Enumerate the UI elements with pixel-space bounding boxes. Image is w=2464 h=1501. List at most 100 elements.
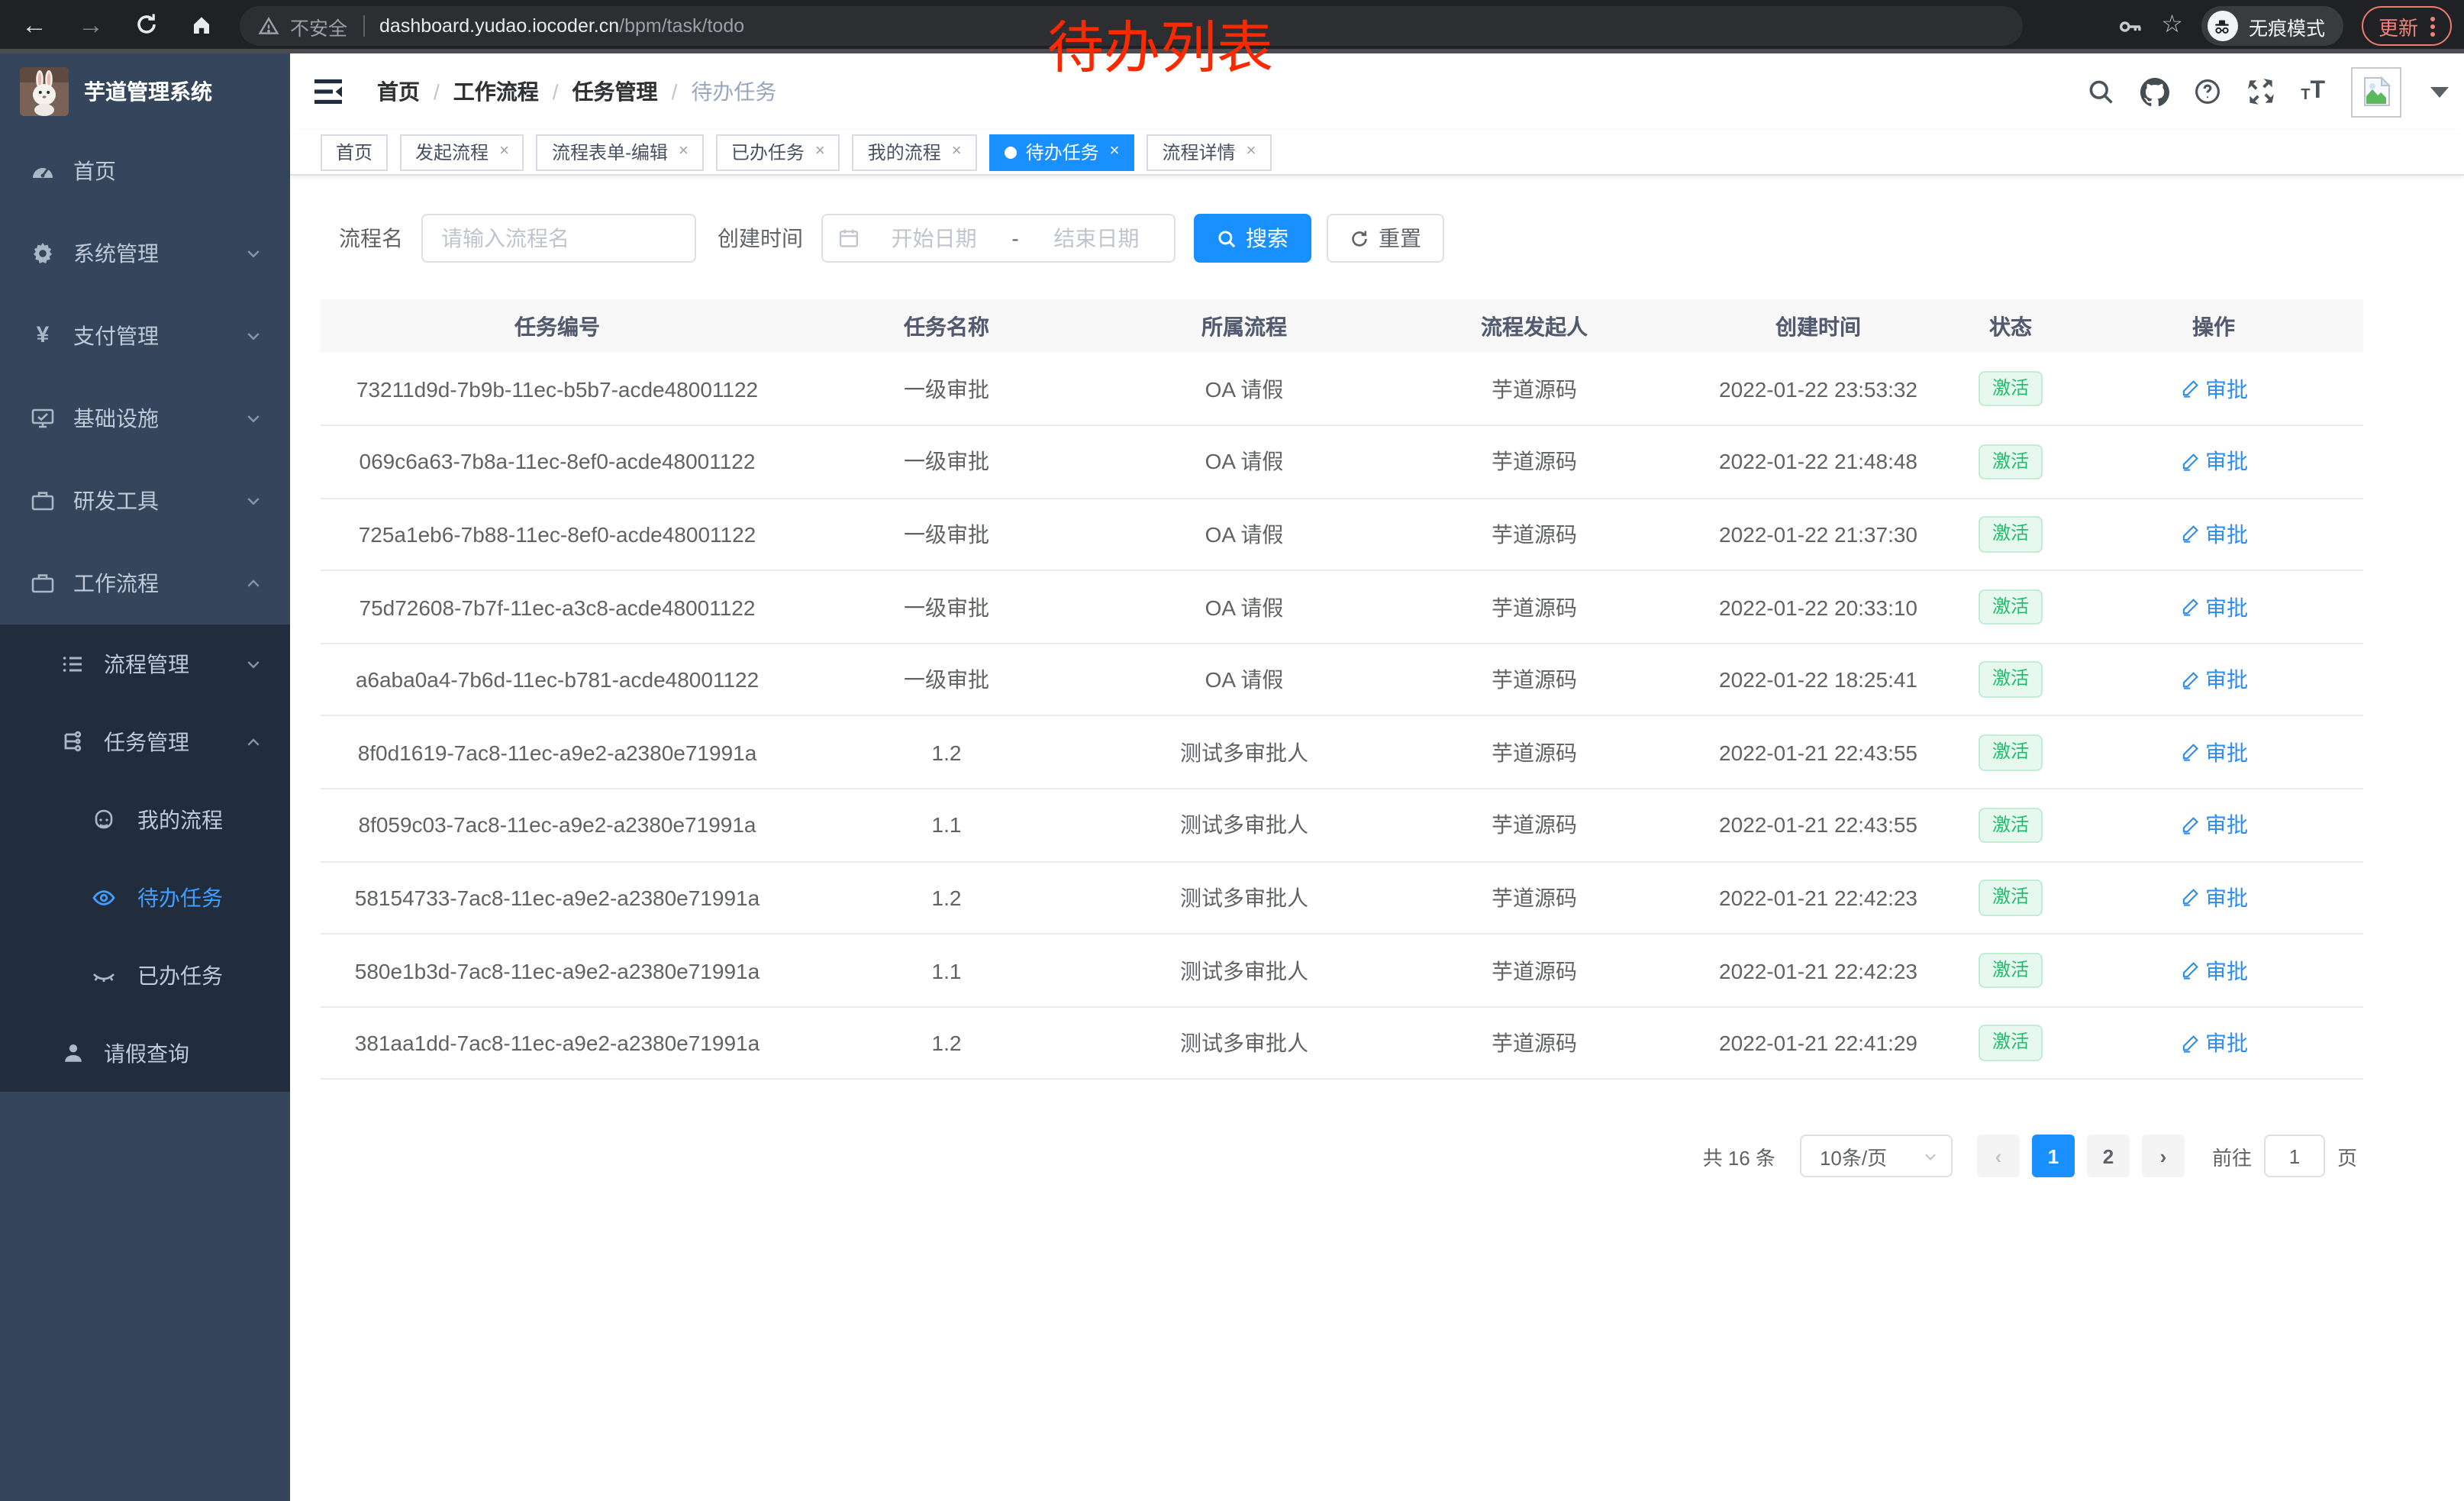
- cell-create-time: 2022-01-21 22:43:55: [1679, 789, 1957, 861]
- tab-start-process[interactable]: 发起流程×: [400, 134, 524, 170]
- search-button[interactable]: 搜索: [1194, 214, 1311, 263]
- approve-button[interactable]: 审批: [2179, 810, 2248, 841]
- page-button-2[interactable]: 2: [2087, 1135, 2130, 1177]
- tab-todo-task[interactable]: 待办任务×: [989, 134, 1135, 170]
- breadcrumb-home[interactable]: 首页: [377, 76, 420, 107]
- cell-task-name: 1.1: [794, 934, 1099, 1007]
- sidebar-item-system[interactable]: 系统管理: [0, 212, 290, 295]
- page-size-select[interactable]: 10条/页: [1800, 1135, 1953, 1177]
- browser-update-button[interactable]: 更新: [2362, 6, 2452, 46]
- prev-page-button[interactable]: ‹: [1977, 1135, 2020, 1177]
- cell-status: 激活: [1957, 425, 2064, 498]
- avatar[interactable]: [2351, 66, 2401, 117]
- create-time-label: 创建时间: [718, 223, 803, 253]
- approve-button[interactable]: 审批: [2179, 664, 2248, 695]
- tags-view-bar: 首页 发起流程× 流程表单-编辑× 已办任务× 我的流程× 待办任务× 流程详情…: [290, 130, 2464, 176]
- approve-button[interactable]: 审批: [2179, 373, 2248, 404]
- sidebar-item-home[interactable]: 首页: [0, 130, 290, 212]
- cell-task-name: 1.1: [794, 789, 1099, 861]
- close-icon[interactable]: ×: [679, 144, 689, 160]
- search-icon[interactable]: [2087, 78, 2114, 105]
- sidebar-item-workflow[interactable]: 工作流程: [0, 542, 290, 625]
- col-task-id: 任务编号: [321, 299, 794, 353]
- cell-process: OA 请假: [1099, 425, 1389, 498]
- security-label: 不安全: [290, 11, 347, 40]
- start-date-placeholder: 开始日期: [872, 223, 996, 253]
- sidebar-item-label: 基础设施: [73, 403, 159, 434]
- cell-actions: 审批: [2064, 644, 2363, 716]
- tab-process-detail[interactable]: 流程详情×: [1147, 134, 1272, 170]
- cell-task-name: 一级审批: [794, 425, 1099, 498]
- sidebar-item-process-mgmt[interactable]: 流程管理: [0, 625, 290, 702]
- browser-menu-icon[interactable]: [2430, 16, 2435, 36]
- approve-button[interactable]: 审批: [2179, 883, 2248, 913]
- date-range-picker[interactable]: 开始日期 - 结束日期: [821, 214, 1176, 263]
- sidebar-item-infra[interactable]: 基础设施: [0, 377, 290, 460]
- app-logo-row[interactable]: 芋道管理系统: [0, 53, 290, 130]
- tab-done-task[interactable]: 已办任务×: [716, 134, 840, 170]
- cell-process: 测试多审批人: [1099, 716, 1389, 789]
- sidebar-item-payment[interactable]: ¥ 支付管理: [0, 295, 290, 377]
- sidebar-item-devtools[interactable]: 研发工具: [0, 460, 290, 542]
- avatar-caret-icon[interactable]: [2430, 86, 2449, 97]
- reset-button[interactable]: 重置: [1327, 214, 1444, 263]
- browser-forward-icon[interactable]: →: [78, 11, 104, 37]
- table-row: 580e1b3d-7ac8-11ec-a9e2-a2380e71991a 1.1…: [321, 934, 2363, 1007]
- github-icon[interactable]: [2140, 78, 2168, 105]
- approve-button[interactable]: 审批: [2179, 447, 2248, 477]
- process-name-input[interactable]: [421, 214, 696, 263]
- breadcrumb-task-mgmt[interactable]: 任务管理: [572, 76, 658, 107]
- close-icon[interactable]: ×: [952, 144, 962, 160]
- sidebar-item-done-task[interactable]: 已办任务: [0, 936, 290, 1014]
- password-key-icon[interactable]: [2117, 13, 2143, 39]
- cell-actions: 审批: [2064, 353, 2363, 425]
- tab-form-edit[interactable]: 流程表单-编辑×: [537, 134, 704, 170]
- briefcase-icon: [31, 571, 55, 596]
- tab-home[interactable]: 首页: [321, 134, 388, 170]
- approve-button[interactable]: 审批: [2179, 592, 2248, 622]
- status-badge: 激活: [1979, 516, 2043, 552]
- tab-my-process[interactable]: 我的流程×: [853, 134, 977, 170]
- cell-task-name: 1.2: [794, 1007, 1099, 1080]
- approve-button[interactable]: 审批: [2179, 519, 2248, 550]
- cell-task-id: 069c6a63-7b8a-11ec-8ef0-acde48001122: [321, 425, 794, 498]
- cell-task-name: 一级审批: [794, 644, 1099, 716]
- sidebar: 芋道管理系统 首页: [0, 53, 290, 1501]
- sidebar-item-task-mgmt[interactable]: 任务管理: [0, 702, 290, 780]
- font-size-icon[interactable]: TT: [2301, 79, 2325, 104]
- sidebar-item-leave-query[interactable]: 请假查询: [0, 1014, 290, 1092]
- sidebar-item-todo-task[interactable]: 待办任务: [0, 858, 290, 936]
- sidebar-item-my-process[interactable]: 我的流程: [0, 780, 290, 858]
- col-actions: 操作: [2064, 299, 2363, 353]
- goto-page-input[interactable]: [2264, 1135, 2325, 1177]
- table-row: a6aba0a4-7b6d-11ec-b781-acde48001122 一级审…: [321, 644, 2363, 716]
- browser-home-icon[interactable]: [189, 12, 214, 37]
- status-badge: 激活: [1979, 1025, 2043, 1061]
- fullscreen-icon[interactable]: [2247, 78, 2275, 105]
- status-badge: 激活: [1979, 734, 2043, 770]
- chevron-up-icon: [244, 732, 263, 750]
- cell-task-id: 8f0d1619-7ac8-11ec-a9e2-a2380e71991a: [321, 716, 794, 789]
- approve-button[interactable]: 审批: [2179, 738, 2248, 768]
- browser-reload-icon[interactable]: [134, 12, 159, 37]
- bookmark-star-icon[interactable]: ☆: [2161, 14, 2183, 38]
- sidebar-fold-icon[interactable]: [313, 78, 343, 105]
- sidebar-item-label: 流程管理: [104, 648, 189, 679]
- url-path: /bpm/task/todo: [619, 15, 744, 37]
- page-button-1[interactable]: 1: [2032, 1135, 2075, 1177]
- close-icon[interactable]: ×: [1110, 144, 1120, 160]
- approve-button[interactable]: 审批: [2179, 955, 2248, 986]
- approve-button[interactable]: 审批: [2179, 1028, 2248, 1058]
- close-icon[interactable]: ×: [499, 144, 509, 160]
- browser-back-icon[interactable]: ←: [21, 11, 47, 37]
- cell-task-id: 75d72608-7b7f-11ec-a3c8-acde48001122: [321, 571, 794, 644]
- close-icon[interactable]: ×: [1247, 144, 1256, 160]
- edit-pencil-icon: [2179, 743, 2199, 763]
- next-page-button[interactable]: ›: [2142, 1135, 2185, 1177]
- breadcrumb-workflow[interactable]: 工作流程: [453, 76, 539, 107]
- close-icon[interactable]: ×: [815, 144, 825, 160]
- edit-pencil-icon: [2179, 960, 2199, 980]
- help-icon[interactable]: [2194, 78, 2221, 105]
- incognito-label: 无痕模式: [2249, 11, 2325, 40]
- edit-pencil-icon: [2179, 888, 2199, 908]
